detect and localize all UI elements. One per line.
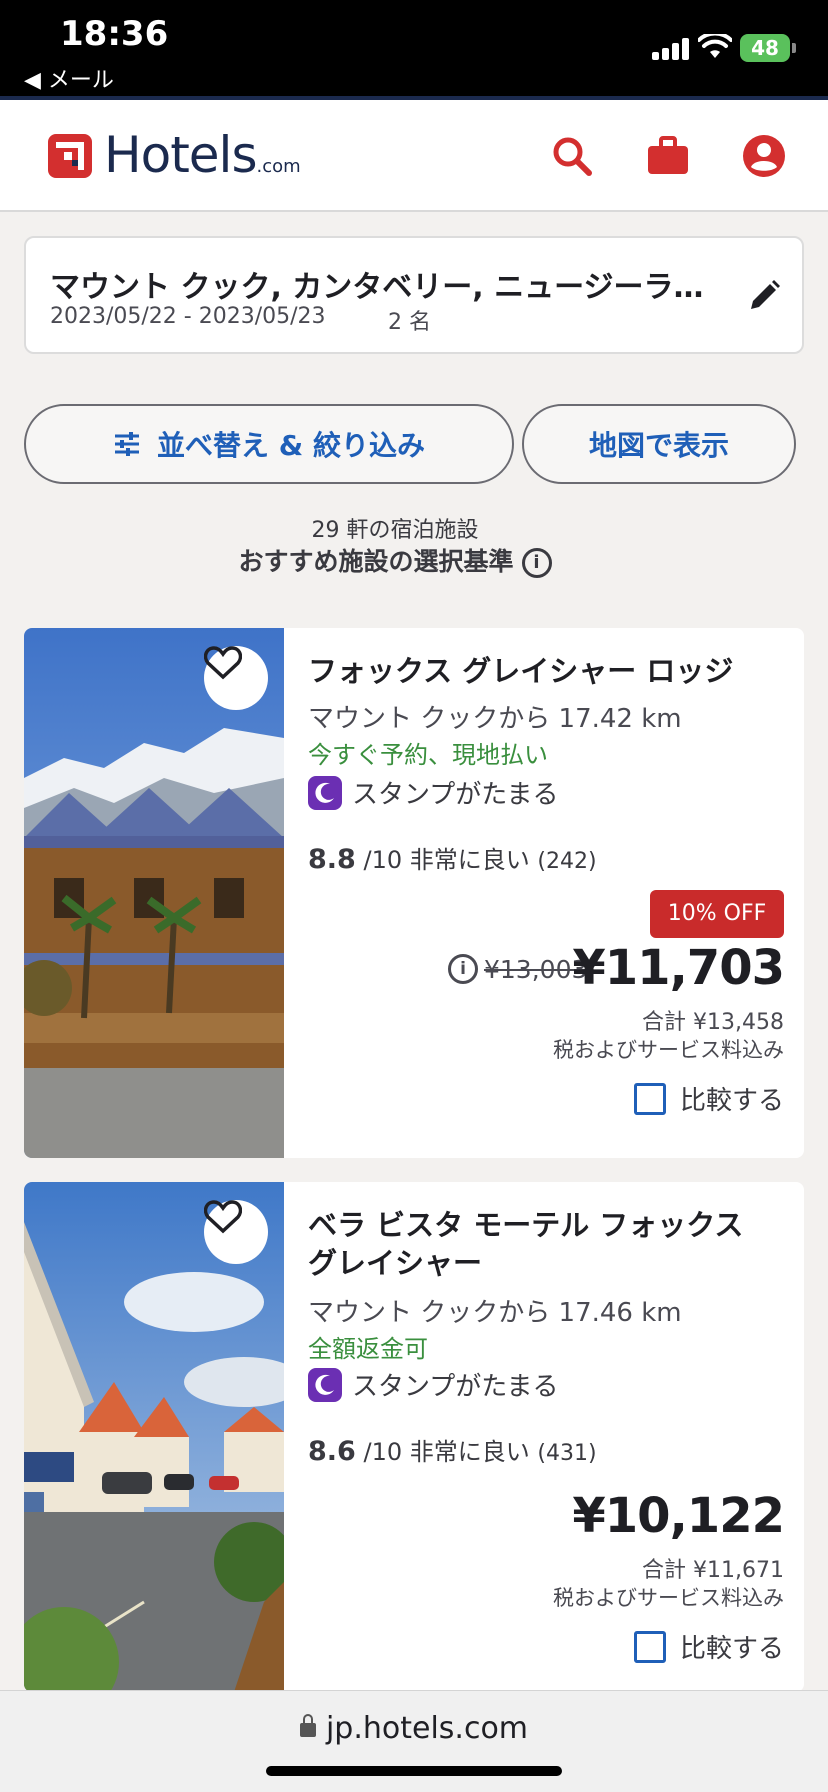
site-header: Hotels.com [0,100,828,212]
original-price: i ¥13,003 [448,954,587,984]
hotel-name[interactable]: ベラ ビスタ モーテル フォックス グレイシャー [308,1206,778,1282]
rating-score: 8.6 [308,1436,356,1467]
tax-note: 税およびサービス料込み [553,1038,784,1062]
hotel-distance: マウント クックから 17.46 km [308,1298,682,1328]
review-count: (431) [537,1441,597,1466]
rating-label: /10 非常に良い [363,1438,530,1466]
stay-dates: 2023/05/22 - 2023/05/23 [50,304,326,329]
hotel-photo[interactable] [24,1182,284,1692]
compare-checkbox[interactable]: 比較する [633,1628,784,1665]
show-map-label: 地図で表示 [588,429,729,462]
favorite-button[interactable] [204,646,268,710]
review-count: (242) [537,849,597,874]
criteria-label: おすすめ施設の選択基準 [238,547,514,576]
compare-label: 比較する [679,1086,784,1116]
results-count: 29 軒の宿泊施設 [311,518,479,543]
info-icon[interactable]: i [521,548,552,578]
current-price: ¥10,122 [572,1488,785,1544]
status-bar: 18:36 ◀ メール 48 [0,0,828,96]
compare-label: 比較する [679,1634,784,1664]
hotel-card[interactable]: ベラ ビスタ モーテル フォックス グレイシャー マウント クックから 17.4… [24,1182,804,1692]
payment-policy: 今すぐ予約、現地払い [308,741,548,769]
battery-indicator: 48 [740,34,790,62]
home-indicator[interactable] [266,1766,562,1776]
url-display[interactable]: jp.hotels.com [0,1711,828,1746]
current-price: ¥11,703 [572,940,785,996]
search-icon[interactable] [550,134,594,178]
rating-score: 8.8 [308,844,356,875]
heart-icon [204,1200,242,1234]
hotel-info: ベラ ビスタ モーテル フォックス グレイシャー マウント クックから 17.4… [308,1182,785,1692]
search-summary-card[interactable]: マウント クック, カンタベリー, ニュージーランド 2023/05/22 - … [24,236,804,354]
url-text: jp.hotels.com [325,1711,529,1746]
stamp-reward: スタンプがたまる [308,774,558,811]
discount-badge: 10% OFF [650,890,784,938]
hotel-distance: マウント クックから 17.42 km [308,704,682,734]
hotels-logo-icon[interactable] [48,134,92,178]
sort-filter-label: 並べ替え & 絞り込み [157,429,425,462]
guest-rating: 8.6 /10 非常に良い (431) [308,1432,597,1467]
hotel-card[interactable]: フォックス グレイシャー ロッジ マウント クックから 17.42 km 今すぐ… [24,628,804,1158]
heart-icon [204,646,242,680]
briefcase-icon[interactable] [646,134,690,178]
sort-filter-button[interactable]: 並べ替え & 絞り込み [24,404,514,484]
account-icon[interactable] [742,134,786,178]
hotel-name[interactable]: フォックス グレイシャー ロッジ [308,652,778,690]
total-price: 合計 ¥11,671 [642,1558,784,1583]
logo-text: Hotels [104,126,257,184]
rating-label: /10 非常に良い [363,846,530,874]
stamp-label: スタンプがたまる [352,780,559,810]
tax-note: 税およびサービス料込み [553,1586,784,1610]
guest-count: 2 名 [388,310,431,335]
total-price: 合計 ¥13,458 [642,1010,784,1035]
recommendation-criteria-link[interactable]: おすすめ施設の選択基準 i [0,542,790,578]
destination-text: マウント クック, カンタベリー, ニュージーランド [50,270,710,305]
logo-suffix: .com [256,156,301,177]
status-time: 18:36 [60,14,169,54]
moon-icon [308,775,342,810]
stamp-label: スタンプがたまる [352,1372,559,1402]
price-info-icon[interactable]: i [448,954,478,984]
hotels-logo[interactable]: Hotels.com [104,126,301,184]
back-to-mail-link[interactable]: ◀ メール [24,62,114,94]
wifi-icon [698,34,732,58]
hotel-info: フォックス グレイシャー ロッジ マウント クックから 17.42 km 今すぐ… [308,628,785,1158]
favorite-button[interactable] [204,1200,268,1264]
hotel-photo[interactable] [24,628,284,1158]
sliders-icon [115,432,140,456]
show-map-button[interactable]: 地図で表示 [522,404,796,484]
browser-url-bar[interactable]: jp.hotels.com [0,1690,828,1792]
checkbox[interactable] [633,1082,666,1115]
moon-icon [308,1367,342,1402]
signal-icon [652,38,692,60]
guest-rating: 8.8 /10 非常に良い (242) [308,840,597,875]
battery-tip [792,43,796,53]
checkbox[interactable] [633,1630,666,1663]
stamp-reward: スタンプがたまる [308,1366,558,1403]
pencil-icon[interactable] [746,278,782,314]
lock-icon [299,1713,316,1737]
cancellation-policy: 全額返金可 [308,1335,428,1363]
compare-checkbox[interactable]: 比較する [633,1080,784,1117]
